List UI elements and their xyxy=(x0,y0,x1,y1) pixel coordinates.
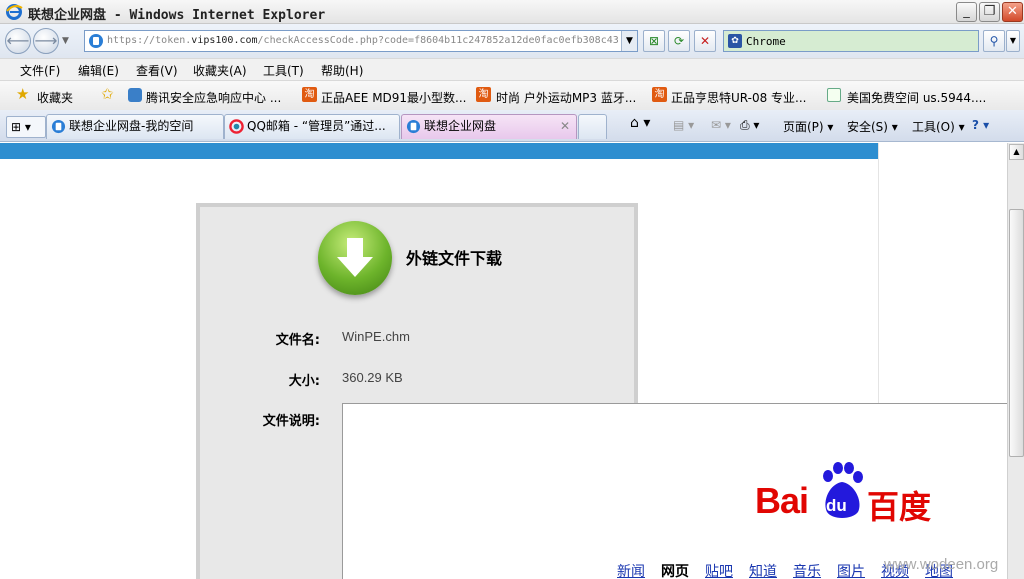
address-url: https://token.vips100.com/checkAccessCod… xyxy=(107,35,619,46)
page-icon xyxy=(51,119,66,134)
menu-tools[interactable]: 工具(T) xyxy=(263,62,304,79)
header-accent-bar xyxy=(0,143,878,159)
tab-qq-mail[interactable]: QQ邮箱 - “管理员”通过... xyxy=(224,114,400,139)
tab-label: 联想企业网盘 xyxy=(424,119,497,133)
stop-icon[interactable]: ✕ xyxy=(694,30,716,52)
taobao-icon: 淘 xyxy=(652,87,667,102)
url-domain: vips100.com xyxy=(191,35,258,46)
page-favicon-icon xyxy=(827,88,841,102)
tab-bar: ⊞ ▾ 联想企业网盘-我的空间 QQ邮箱 - “管理员”通过... 联想企业网盘… xyxy=(0,110,1024,142)
baidu-nav-images[interactable]: 图片 xyxy=(837,564,865,579)
search-text: Chrome xyxy=(746,35,786,48)
refresh-icon[interactable]: ⟳ xyxy=(668,30,690,52)
home-icon[interactable]: ⌂ ▾ xyxy=(630,115,650,131)
favorite-link-5[interactable]: 美国免费空间 us.5944.... xyxy=(847,89,986,106)
download-arrow-icon[interactable] xyxy=(318,221,392,295)
menu-help[interactable]: 帮助(H) xyxy=(321,62,363,79)
page-menu-label: 页面(P) xyxy=(783,120,824,134)
size-value: 360.29 KB xyxy=(342,370,403,385)
page-menu[interactable]: 页面(P) ▾ xyxy=(783,118,833,135)
quick-tabs-icon[interactable]: ⊞ ▾ xyxy=(6,116,46,138)
favorites-star-icon: ★ xyxy=(16,85,30,103)
favorite-link-2[interactable]: 正品AEE MD91最小型数... xyxy=(321,89,467,106)
favorite-link-4[interactable]: 正品亨思特UR-08 专业... xyxy=(671,89,807,106)
watermark: www.wodeen.org xyxy=(884,556,999,573)
ie-logo-icon xyxy=(6,4,23,20)
search-input[interactable]: ✿ Chrome xyxy=(723,30,979,52)
url-prefix: https://token. xyxy=(107,35,192,46)
tools-menu[interactable]: 工具(O) ▾ xyxy=(912,118,965,135)
history-dropdown-icon[interactable]: ▼ xyxy=(62,36,69,46)
address-dropdown-icon[interactable]: ▼ xyxy=(621,31,637,51)
address-toolbar: ⟵ ⟶ ▼ https://token.vips100.com/checkAcc… xyxy=(0,24,1024,58)
feeds-icon[interactable]: ▤ ▾ xyxy=(673,118,694,132)
add-favorite-icon[interactable]: ✩ xyxy=(101,85,117,103)
favorite-link-1[interactable]: 腾讯安全应急响应中心 ... xyxy=(146,89,281,106)
page-content: 外链文件下载 文件名: WinPE.chm 大小: 360.29 KB 文件说明… xyxy=(0,143,1007,579)
print-icon[interactable]: ⎙ ▾ xyxy=(740,118,759,133)
menu-favorites[interactable]: 收藏夹(A) xyxy=(193,62,247,79)
menu-bar: 文件(F) 编辑(E) 查看(V) 收藏夹(A) 工具(T) 帮助(H) xyxy=(0,58,1024,80)
menu-edit[interactable]: 编辑(E) xyxy=(78,62,119,79)
download-title: 外链文件下载 xyxy=(406,249,503,268)
qq-mail-icon xyxy=(229,119,244,134)
scroll-up-icon[interactable]: ▲ xyxy=(1009,144,1024,160)
tools-menu-label: 工具(O) xyxy=(912,120,955,134)
description-label: 文件说明: xyxy=(262,414,320,429)
tencent-shield-icon xyxy=(128,88,142,102)
baidu-nav-music[interactable]: 音乐 xyxy=(793,564,821,579)
description-frame[interactable]: Bai du 百度 新闻 网页 贴吧 知道 音乐 图片 视频 地图 xyxy=(342,403,1007,579)
safety-menu[interactable]: 安全(S) ▾ xyxy=(847,118,898,135)
restore-button[interactable]: ❐ xyxy=(979,2,1000,22)
back-button[interactable]: ⟵ xyxy=(5,28,31,54)
taobao-icon: 淘 xyxy=(476,87,491,102)
baidu-nav-zhidao[interactable]: 知道 xyxy=(749,564,777,579)
new-tab-button[interactable] xyxy=(578,114,607,139)
tab-my-space[interactable]: 联想企业网盘-我的空间 xyxy=(46,114,224,139)
baidu-nav-news[interactable]: 新闻 xyxy=(617,564,645,579)
search-icon[interactable]: ⚲ xyxy=(983,30,1005,52)
address-bar[interactable]: https://token.vips100.com/checkAccessCod… xyxy=(84,30,638,52)
taobao-icon: 淘 xyxy=(302,87,317,102)
menu-file[interactable]: 文件(F) xyxy=(20,62,60,79)
tab-lenovo-netdisk[interactable]: 联想企业网盘 ✕ xyxy=(401,114,577,139)
tab-label: 联想企业网盘-我的空间 xyxy=(69,119,194,133)
baidu-logo-chinese: 百度 xyxy=(867,488,932,526)
compat-view-icon[interactable]: ⊠ xyxy=(643,30,665,52)
baidu-search-provider-icon: ✿ xyxy=(728,34,742,48)
filename-value: WinPE.chm xyxy=(342,329,410,344)
baidu-nav-web[interactable]: 网页 xyxy=(661,564,689,579)
page-icon xyxy=(89,34,103,48)
baidu-logo-text: Bai xyxy=(755,480,809,521)
page-icon xyxy=(406,119,421,134)
menu-view[interactable]: 查看(V) xyxy=(136,62,178,79)
close-button[interactable]: ✕ xyxy=(1002,2,1023,22)
browser-window: 联想企业网盘 - Windows Internet Explorer _ ❐ ✕… xyxy=(0,0,1024,579)
baidu-logo-du: du xyxy=(826,496,847,515)
tab-label: QQ邮箱 - “管理员”通过... xyxy=(247,119,386,133)
tab-close-icon[interactable]: ✕ xyxy=(560,115,570,138)
url-path: /checkAccessCode.php?code=f8604b11c24785… xyxy=(257,35,619,46)
favorite-link-3[interactable]: 时尚 户外运动MP3 蓝牙... xyxy=(496,89,636,106)
mail-icon[interactable]: ✉ ▾ xyxy=(711,118,731,132)
baidu-nav-tieba[interactable]: 贴吧 xyxy=(705,564,733,579)
vertical-scrollbar[interactable]: ▲ xyxy=(1007,143,1024,579)
help-icon[interactable]: ? ▾ xyxy=(972,118,989,132)
favorites-bar: ★ 收藏夹 ✩ 腾讯安全应急响应中心 ... 淘 正品AEE MD91最小型数.… xyxy=(0,80,1024,110)
search-options-icon[interactable]: ▼ xyxy=(1006,30,1020,52)
scroll-thumb[interactable] xyxy=(1009,209,1024,457)
window-title: 联想企业网盘 - Windows Internet Explorer xyxy=(28,8,326,23)
size-label: 大小: xyxy=(288,374,320,389)
title-bar: 联想企业网盘 - Windows Internet Explorer _ ❐ ✕ xyxy=(0,0,1024,24)
favorites-button[interactable]: 收藏夹 xyxy=(37,89,73,106)
filename-label: 文件名: xyxy=(275,333,320,348)
safety-menu-label: 安全(S) xyxy=(847,120,888,134)
minimize-button[interactable]: _ xyxy=(956,2,977,22)
forward-button[interactable]: ⟶ xyxy=(33,28,59,54)
